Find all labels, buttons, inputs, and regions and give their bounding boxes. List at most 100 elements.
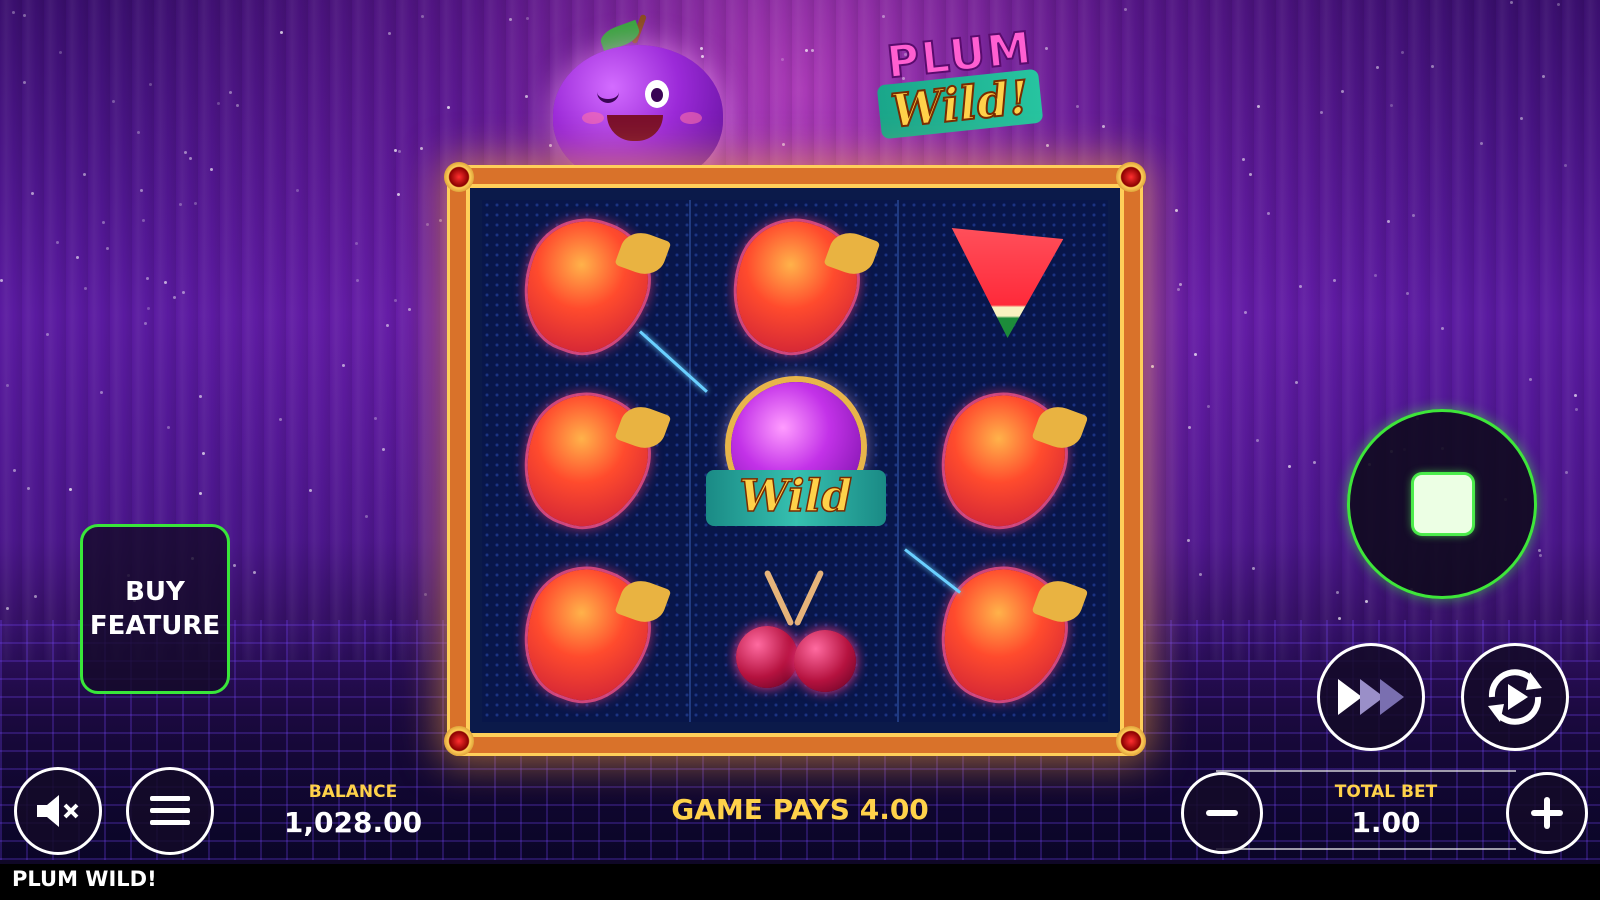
game-logo: PLUM Wild! <box>865 21 1055 160</box>
buy-feature-button[interactable]: BUY FEATURE <box>80 524 230 694</box>
sparkle <box>253 570 257 574</box>
wild-symbol-label: Wild <box>705 470 886 526</box>
sparkle <box>420 15 424 19</box>
sparkle <box>136 130 140 134</box>
sparkle <box>209 167 213 171</box>
sparkle <box>387 31 391 35</box>
buy-feature-label-line1: BUY <box>125 577 185 607</box>
balance-value: 1,028.00 <box>283 806 423 839</box>
sparkle <box>1338 616 1342 620</box>
sparkle <box>426 222 430 226</box>
sparkle <box>1076 104 1080 108</box>
cherry-symbol <box>735 568 856 698</box>
game-pays-message: GAME PAYS 4.00 <box>671 793 929 826</box>
sparkle <box>1556 3 1560 7</box>
reel-2: Wild <box>690 200 900 722</box>
reel-cell <box>482 548 689 722</box>
sparkle <box>1386 219 1390 223</box>
sparkle <box>183 151 187 155</box>
autoplay-icon <box>1488 669 1542 725</box>
strawberry-symbol <box>925 379 1082 543</box>
sparkle <box>194 201 198 205</box>
bet-decrease-button[interactable] <box>1181 772 1263 854</box>
sparkle <box>381 447 385 451</box>
sparkle <box>1537 549 1541 553</box>
reel-cell <box>899 200 1108 374</box>
sparkle <box>30 192 34 196</box>
strawberry-symbol <box>508 205 664 369</box>
sparkle <box>1479 141 1483 145</box>
sparkle <box>446 105 450 109</box>
sparkle <box>5 606 9 610</box>
spin-stop-button[interactable] <box>1347 409 1537 599</box>
balance-label: BALANCE <box>308 782 398 802</box>
reel-3 <box>899 200 1108 722</box>
bet-increase-button[interactable] <box>1506 772 1588 854</box>
buy-feature-label-line2: FEATURE <box>89 611 221 641</box>
sparkle <box>1373 273 1377 277</box>
sparkle <box>228 91 232 95</box>
sparkle <box>83 286 87 290</box>
sparkle <box>278 417 282 421</box>
sparkle <box>106 246 110 250</box>
sparkle <box>1101 124 1105 128</box>
autoplay-button[interactable] <box>1461 643 1569 751</box>
wild-symbol: Wild <box>705 382 886 542</box>
plus-icon <box>1531 797 1563 829</box>
sparkle <box>1151 364 1155 368</box>
sparkle <box>1206 404 1210 408</box>
sparkle <box>198 491 202 495</box>
sparkle <box>23 80 27 84</box>
sparkle <box>75 255 79 259</box>
bet-divider-top <box>1216 770 1516 772</box>
total-bet-label: TOTAL BET <box>1334 782 1438 802</box>
frame-corner-gem <box>1116 162 1146 192</box>
sparkle <box>296 188 300 192</box>
sparkle <box>308 488 312 492</box>
game-title: PLUM WILD! <box>12 867 157 891</box>
sparkle <box>1295 380 1298 384</box>
sparkle <box>1179 282 1183 286</box>
sparkle <box>236 103 240 107</box>
sparkle <box>548 143 552 147</box>
reel-grid: Wild <box>482 200 1108 722</box>
stop-icon <box>1414 475 1472 533</box>
hamburger-menu-icon <box>150 796 190 825</box>
reel-cell: Wild <box>691 374 898 548</box>
reel-cell <box>482 374 689 548</box>
total-bet-value: 1.00 <box>1351 806 1421 839</box>
minus-icon <box>1206 810 1238 816</box>
sparkle <box>1287 465 1291 469</box>
sparkle <box>525 17 529 21</box>
sparkle <box>101 220 105 224</box>
frame-corner-gem <box>1116 726 1146 756</box>
strawberry-symbol <box>508 379 664 543</box>
sparkle <box>1390 103 1394 107</box>
turbo-button[interactable] <box>1317 643 1425 751</box>
menu-button[interactable] <box>126 767 214 855</box>
sparkle <box>1188 425 1191 429</box>
reel-cell <box>691 548 898 722</box>
sparkle <box>1542 74 1546 78</box>
sparkle <box>1198 573 1202 577</box>
sparkle <box>100 390 104 394</box>
sparkle <box>198 394 202 398</box>
sparkle <box>1267 211 1271 215</box>
sparkle <box>1405 291 1409 295</box>
sparkle <box>508 17 512 21</box>
sparkle <box>881 14 885 18</box>
sparkle <box>1529 377 1533 381</box>
sparkle <box>46 332 50 336</box>
strawberry-symbol <box>716 205 873 369</box>
sparkle <box>419 146 423 150</box>
mascot-cheek <box>680 112 702 124</box>
sparkle <box>385 323 389 327</box>
footer-bar <box>0 864 1600 900</box>
sparkle <box>232 564 236 568</box>
reel-cell <box>691 200 898 374</box>
sparkle <box>781 57 785 61</box>
sound-toggle-button[interactable] <box>14 767 102 855</box>
mute-icon <box>37 795 79 827</box>
fast-forward-icon <box>1338 679 1404 715</box>
reel-cell <box>899 548 1108 722</box>
